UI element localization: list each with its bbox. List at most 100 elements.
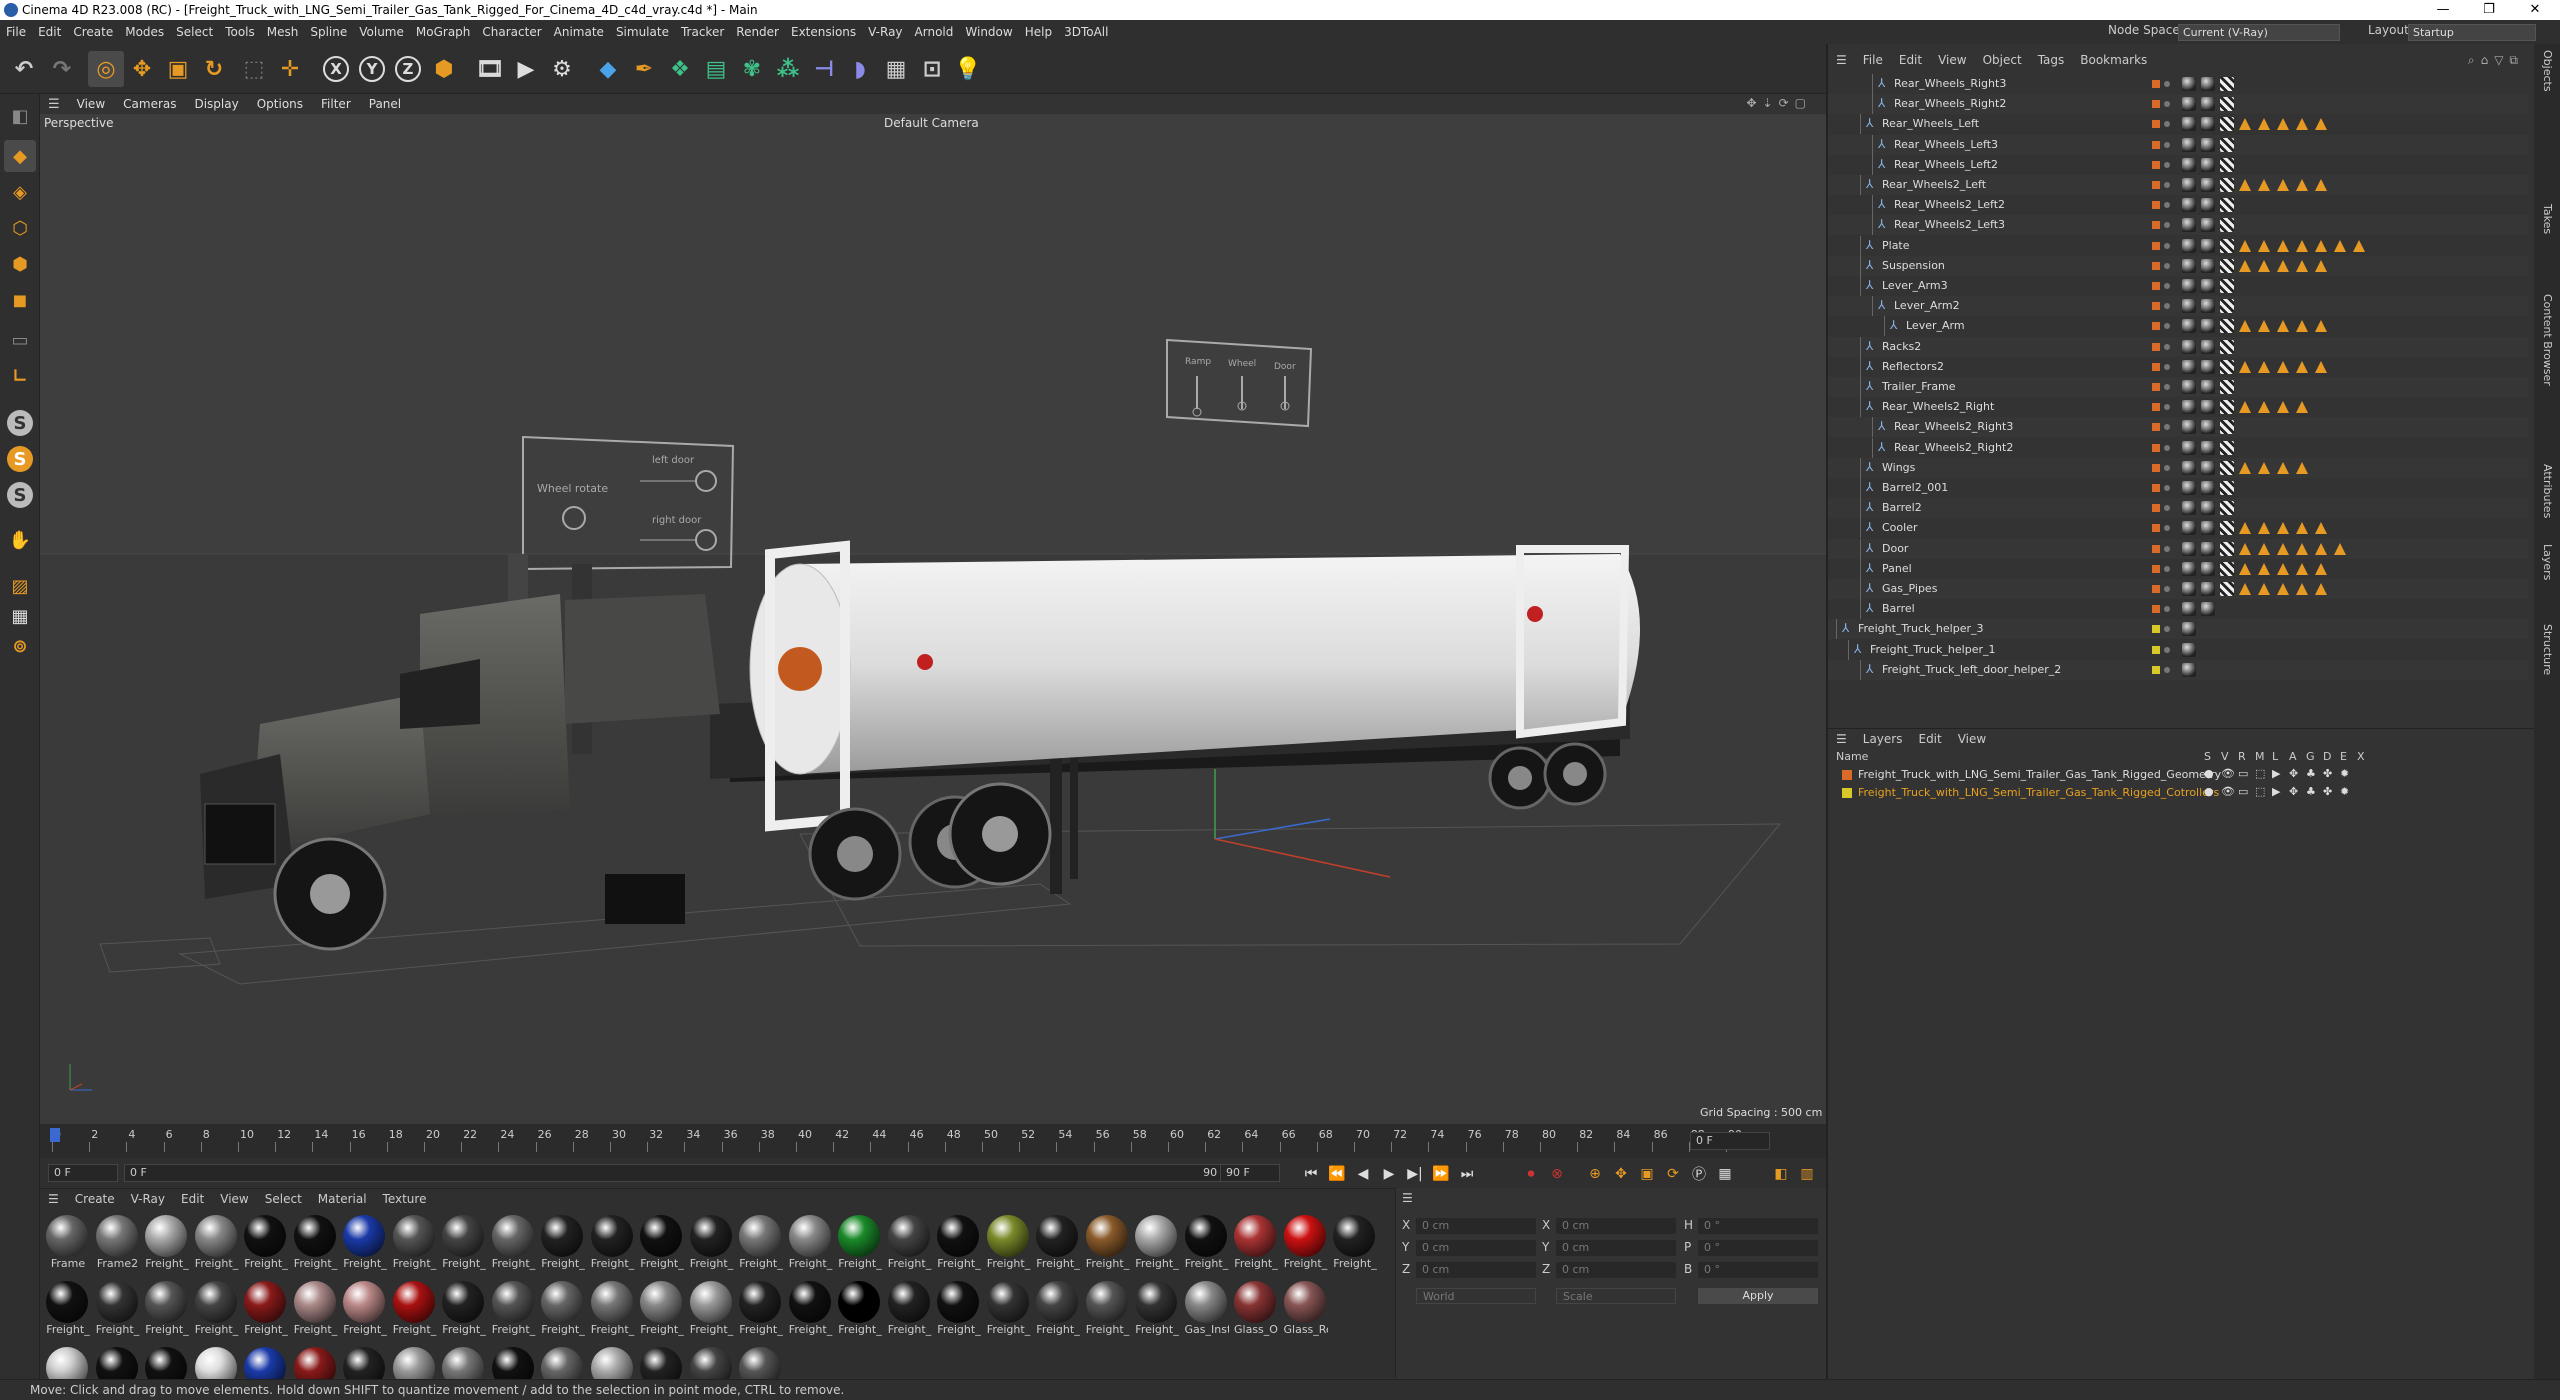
material-tag-icon[interactable] [2182,77,2196,91]
obj-menu-file[interactable]: File [1855,53,1891,67]
layer-color-swatch[interactable] [2152,383,2160,391]
object-row[interactable]: ⅄ Racks2 [1828,336,2528,357]
material-swatch[interactable] [491,1347,536,1379]
visibility-dots[interactable] [2164,343,2170,350]
visibility-dots[interactable] [2164,182,2170,188]
material-swatch[interactable]: Freight_ [442,1281,486,1343]
material-swatch[interactable]: Freight_ [343,1215,387,1277]
side-tab-takes[interactable]: Takes [2541,204,2554,234]
visibility-dots[interactable] [2164,626,2170,633]
scale-icon[interactable]: ▣ [160,51,196,87]
material-swatch[interactable]: Freight_ [491,1281,536,1343]
material-tag-icon[interactable] [2201,359,2215,374]
menu-arnold[interactable]: Arnold [909,25,960,39]
goto-start-icon[interactable]: ⏮ [1300,1163,1322,1185]
material-swatch[interactable]: Freight_ [689,1215,734,1277]
y-axis-lock-button[interactable]: Y [354,51,390,87]
rig-tag-icon[interactable] [2315,239,2327,252]
layer-toggle-icon[interactable]: ▶ [2272,767,2280,780]
visibility-dots[interactable] [2164,444,2170,451]
rig-tag-icon[interactable] [2258,179,2270,191]
key-rotation-icon[interactable]: ✥ [1610,1163,1632,1185]
mat-menu-create[interactable]: Create [67,1192,123,1206]
mat-menu-texture[interactable]: Texture [375,1192,435,1206]
hamburger-icon[interactable]: ☰ [1828,53,1855,67]
material-swatch[interactable]: Glass_Re [1283,1281,1328,1343]
start-frame-field[interactable]: 0 F [48,1164,118,1182]
rig-tag-icon[interactable] [2258,360,2270,373]
key-param-icon[interactable]: ⟳ [1662,1163,1684,1185]
rig-tag-icon[interactable] [2239,239,2251,252]
viewport-menu-display[interactable]: Display [185,97,247,111]
menu-mograph[interactable]: MoGraph [410,25,477,39]
apply-button[interactable]: Apply [1698,1288,1818,1304]
close-button[interactable]: ✕ [2512,0,2558,20]
texture-tag-icon[interactable] [2220,198,2234,213]
material-swatch[interactable]: Freight_ [293,1281,338,1343]
rig-tag-icon[interactable] [2277,239,2289,252]
rig-tag-icon[interactable] [2239,259,2251,272]
size-mode-dropdown[interactable]: Scale [1556,1288,1676,1304]
hamburger-icon[interactable]: ☰ [1828,732,1855,746]
material-tag-icon[interactable] [2201,97,2215,112]
rig-tag-icon[interactable] [2258,542,2270,555]
rig-tag-icon[interactable] [2315,320,2327,333]
material-tag-icon[interactable] [2182,521,2196,536]
layer-color-swatch[interactable] [2152,362,2160,371]
layer-toggle-icon[interactable]: ▶ [2272,785,2280,798]
material-tag-icon[interactable] [2182,258,2196,273]
material-tag-icon[interactable] [2182,440,2196,455]
material-swatch[interactable]: Freight_ [1184,1215,1229,1277]
menu-extensions[interactable]: Extensions [785,25,862,39]
material-tag-icon[interactable] [2201,460,2215,475]
object-row[interactable]: ⅄ Rear_Wheels2_Left2 [1828,195,2528,216]
rotate-icon[interactable]: ↻ [196,51,232,87]
layer-toggle-icon[interactable]: ⬚ [2255,767,2265,780]
material-tag-icon[interactable] [2201,218,2215,233]
texture-tag-icon[interactable] [2220,400,2234,415]
material-tag-icon[interactable] [2182,501,2196,516]
rig-tag-icon[interactable] [2277,401,2289,414]
rot-h-field[interactable]: 0 ° [1698,1218,1818,1234]
rig-tag-icon[interactable] [2277,461,2289,474]
object-row[interactable]: ⅄ Panel [1828,558,2528,579]
menu-help[interactable]: Help [1019,25,1058,39]
prev-key-icon[interactable]: ⏪ [1326,1163,1348,1185]
material-swatch[interactable] [194,1347,239,1379]
rig-tag-icon[interactable] [2258,583,2270,595]
material-tag-icon[interactable] [2182,481,2196,495]
layer-color-swatch[interactable] [2152,544,2160,553]
material-swatch[interactable]: Freight_ [838,1215,882,1277]
object-row[interactable]: ⅄ Rear_Wheels2_Left [1828,175,2528,195]
edges-mode-icon[interactable]: ⬢ [4,248,36,280]
object-row[interactable]: ⅄ Wings [1828,457,2528,478]
material-swatch[interactable]: Freight_ [887,1215,932,1277]
material-tag-icon[interactable] [2182,582,2196,596]
viewport-nav-icons[interactable]: ✥⇣⟳▢ [1746,96,1812,110]
visibility-dots[interactable] [2164,101,2170,108]
visibility-dots[interactable] [2164,404,2170,411]
snap-settings-icon[interactable]: S [7,446,33,472]
layer-color-swatch[interactable] [2152,322,2160,331]
layer-color-swatch[interactable] [2152,645,2160,654]
material-swatch[interactable]: Freight_ [640,1281,684,1343]
mograph-icon[interactable]: ⁂ [770,51,806,87]
texture-tag-icon[interactable] [2220,420,2234,435]
material-swatch[interactable] [46,1347,90,1379]
keyframe-grid-icon[interactable]: ▦ [1714,1163,1736,1185]
uv-mode-icon[interactable]: ▭ [4,324,36,356]
texture-tag-icon[interactable] [2220,299,2234,314]
texture-tag-icon[interactable] [2220,521,2234,536]
layer-color-swatch[interactable] [2152,100,2160,109]
mat-menu-view[interactable]: View [212,1192,256,1206]
object-row[interactable]: ⅄ Reflectors2 [1828,356,2528,377]
material-tag-icon[interactable] [2182,157,2196,172]
layer-color-swatch[interactable] [2152,181,2160,189]
side-tab-attributes[interactable]: Attributes [2541,464,2554,518]
minimize-button[interactable]: — [2420,0,2466,20]
rig-tag-icon[interactable] [2277,360,2289,373]
soft-selection-icon[interactable]: S [7,482,33,508]
material-swatch[interactable] [293,1347,338,1379]
material-tag-icon[interactable] [2201,582,2215,596]
rig-tag-icon[interactable] [2258,239,2270,252]
